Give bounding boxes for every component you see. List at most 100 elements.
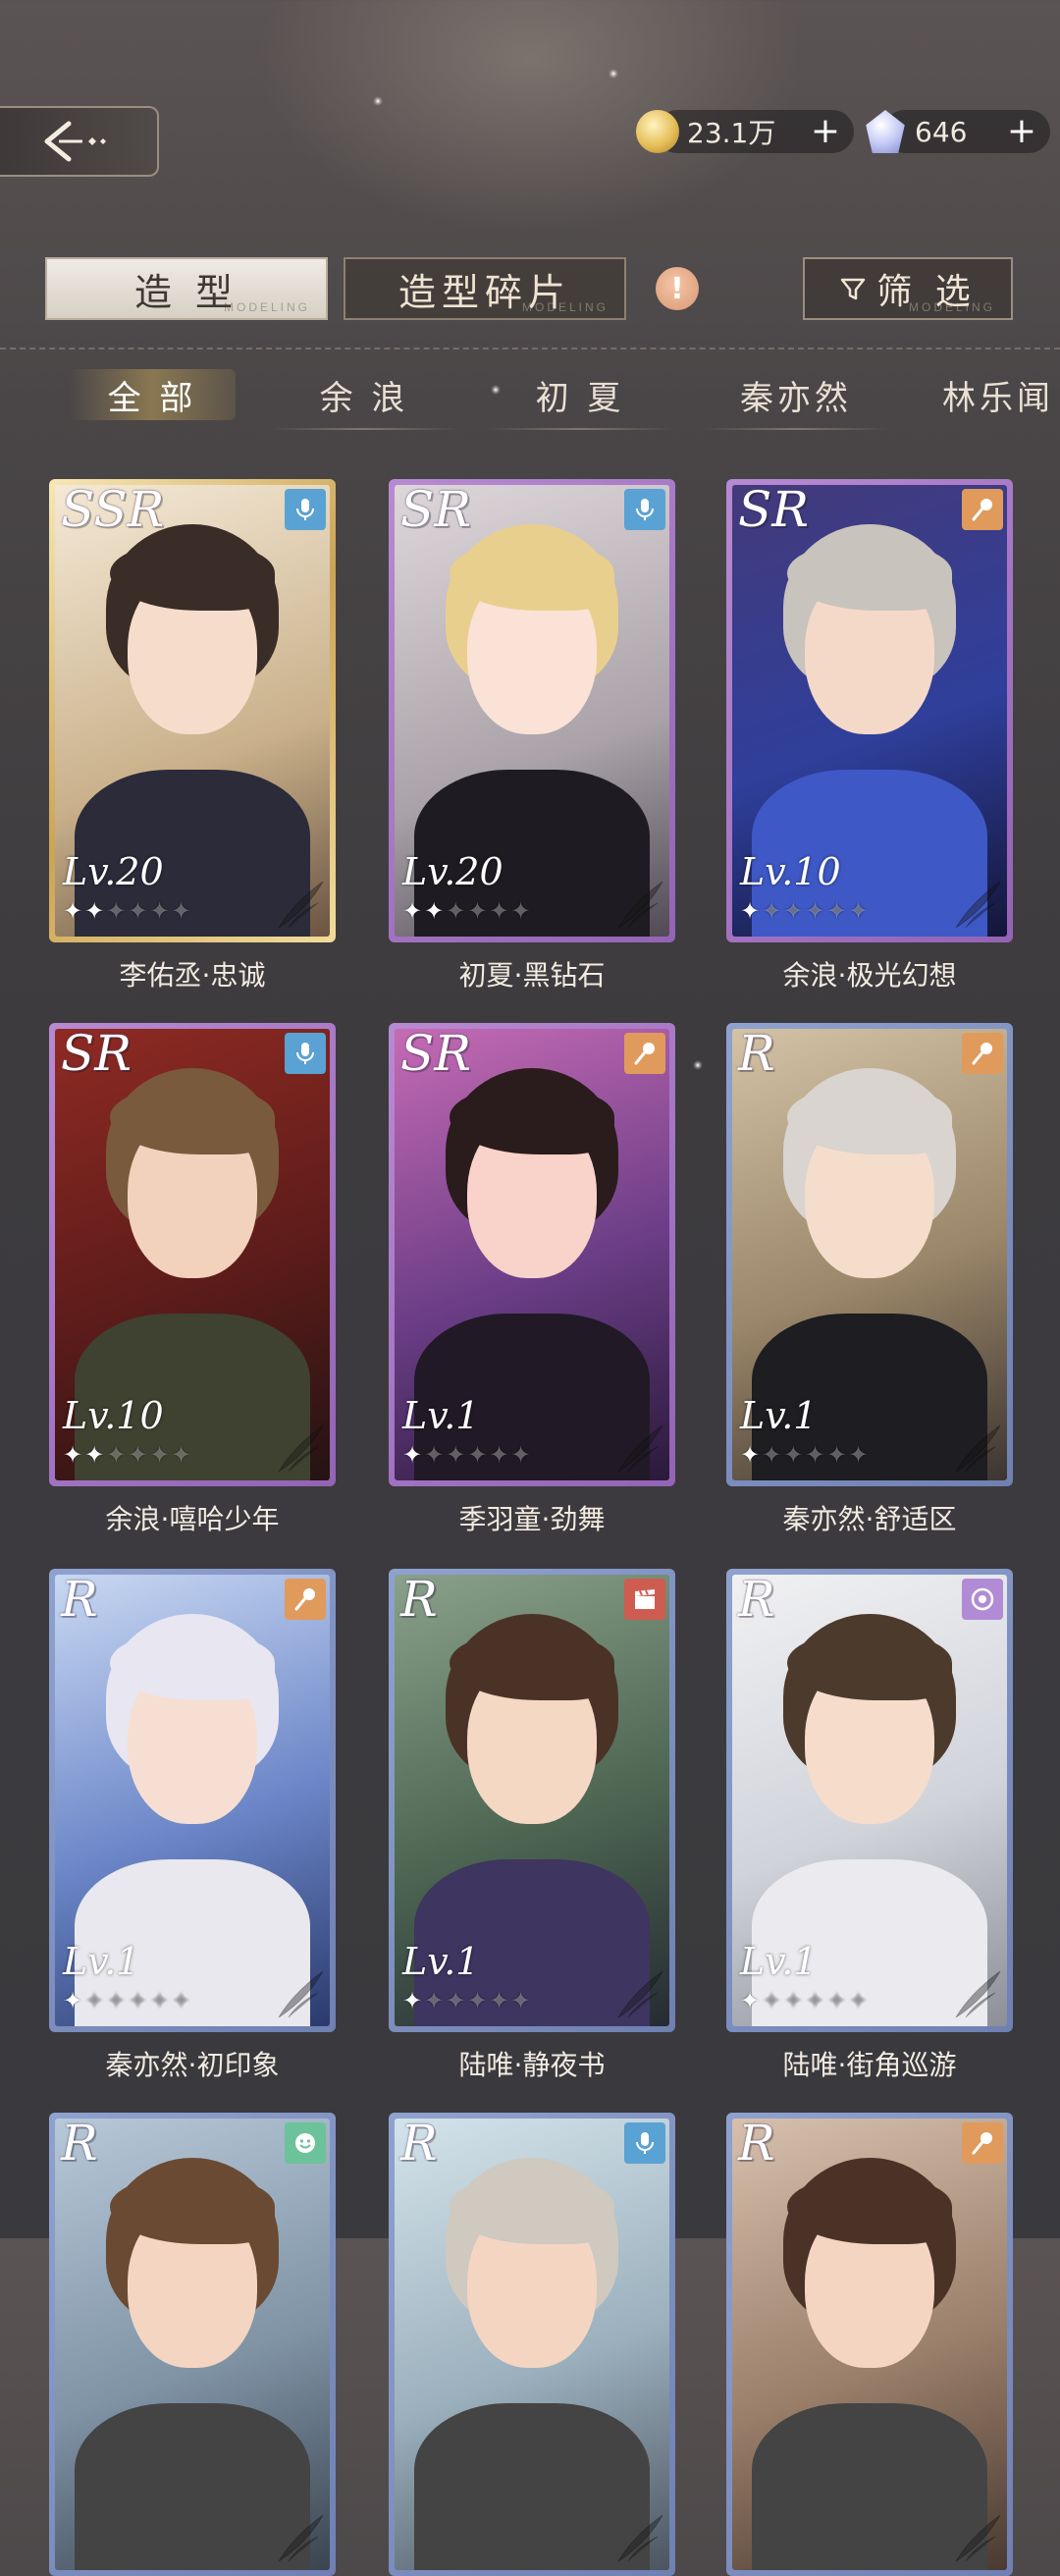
leaf-ornament-icon — [946, 874, 1005, 933]
card-level: Lv.10 — [740, 850, 841, 893]
star-icon: ✦ — [424, 897, 447, 925]
star-empty-icon: ✦ — [171, 897, 193, 925]
star-rating: ✦✦✦✦✦✦ — [402, 1987, 533, 2014]
gem-value: 646 — [915, 115, 968, 148]
star-empty-icon: ✦ — [171, 1441, 193, 1469]
rarity-badge: SR — [738, 481, 809, 538]
star-rating: ✦✦✦✦✦✦ — [740, 1987, 871, 2014]
star-empty-icon: ✦ — [424, 1441, 447, 1469]
leaf-ornament-icon — [946, 1963, 1005, 2022]
star-empty-icon: ✦ — [848, 897, 871, 925]
character-card[interactable]: R Lv.1 ✦✦✦✦✦✦ — [389, 1569, 675, 2032]
tab-all[interactable]: 全 部 — [69, 365, 236, 424]
star-rating: ✦✦✦✦✦✦ — [63, 1987, 193, 2014]
character-card[interactable]: R — [49, 2113, 336, 2576]
card-level: Lv.1 — [740, 1940, 818, 1983]
leaf-ornament-icon — [609, 1963, 667, 2022]
card-name: 初夏·黑钻石 — [458, 959, 606, 992]
handheld-mic-icon — [962, 2122, 1003, 2164]
star-empty-icon: ✦ — [128, 897, 150, 925]
smile-icon — [285, 2122, 326, 2164]
tab-chu-xia-label: 初 夏 — [535, 378, 625, 418]
leaf-ornament-icon — [946, 2507, 1005, 2566]
microphone-icon — [285, 489, 326, 530]
card-name: 陆唯·静夜书 — [458, 2049, 606, 2081]
sparkle — [373, 96, 383, 106]
filter-button[interactable]: 筛 选 MODELING — [803, 257, 1013, 320]
card-level: Lv.1 — [402, 1940, 480, 1983]
star-empty-icon: ✦ — [446, 1441, 468, 1469]
character-card[interactable]: R Lv.1 ✦✦✦✦✦✦ — [726, 1569, 1013, 2032]
star-empty-icon: ✦ — [171, 1987, 193, 2014]
tab-fragments-sub: MODELING — [521, 300, 609, 314]
sparkle — [609, 69, 618, 79]
alert-icon[interactable]: ! — [656, 267, 699, 310]
tab-lin-lewen-label: 林乐闻 — [942, 378, 1054, 418]
gold-value: 23.1万 — [687, 117, 776, 149]
card-portrait — [395, 2119, 669, 2570]
star-empty-icon: ✦ — [762, 1987, 784, 2014]
star-empty-icon: ✦ — [128, 1441, 150, 1469]
tab-qin-yiran-label: 秦亦然 — [740, 378, 852, 418]
leaf-ornament-icon — [609, 874, 667, 933]
card-portrait — [55, 2119, 330, 2570]
leaf-ornament-icon — [269, 1418, 328, 1476]
character-card[interactable]: SR Lv.20 ✦✦✦✦✦✦ — [389, 479, 675, 942]
star-empty-icon: ✦ — [848, 1441, 871, 1469]
microphone-icon — [624, 2122, 665, 2164]
divider — [0, 348, 1060, 349]
card-level: Lv.10 — [63, 1394, 164, 1437]
tab-yu-lang[interactable]: 余 浪 — [271, 365, 457, 430]
character-card[interactable]: SSR Lv.20 ✦✦✦✦✦✦ — [49, 479, 336, 942]
tab-modeling-sub: MODELING — [223, 300, 310, 314]
leaf-ornament-icon — [946, 1418, 1005, 1476]
star-empty-icon: ✦ — [510, 897, 533, 925]
character-card[interactable]: SR Lv.10 ✦✦✦✦✦✦ — [49, 1023, 336, 1486]
star-empty-icon: ✦ — [783, 897, 806, 925]
character-card[interactable]: R Lv.1 ✦✦✦✦✦✦ — [49, 1569, 336, 2032]
star-empty-icon: ✦ — [783, 1441, 806, 1469]
leaf-ornament-icon — [269, 2507, 328, 2566]
character-card[interactable]: SR Lv.1 ✦✦✦✦✦✦ — [389, 1023, 675, 1486]
character-card[interactable]: SR Lv.10 ✦✦✦✦✦✦ — [726, 479, 1013, 942]
card-name: 陆唯·街角巡游 — [782, 2049, 957, 2081]
character-card[interactable]: R — [726, 2113, 1013, 2576]
star-empty-icon: ✦ — [106, 1441, 129, 1469]
microphone-icon — [624, 489, 665, 530]
star-rating: ✦✦✦✦✦✦ — [402, 897, 533, 925]
clapperboard-icon — [624, 1579, 665, 1620]
star-empty-icon: ✦ — [762, 897, 784, 925]
star-rating: ✦✦✦✦✦✦ — [740, 1441, 871, 1469]
rarity-badge: SSR — [61, 481, 165, 538]
card-level: Lv.1 — [740, 1394, 818, 1437]
character-card[interactable]: R — [389, 2113, 675, 2576]
add-gold-button[interactable]: + — [811, 112, 840, 151]
tab-qin-yiran[interactable]: 秦亦然 — [703, 365, 889, 430]
character-card[interactable]: R Lv.1 ✦✦✦✦✦✦ — [726, 1023, 1013, 1486]
star-empty-icon: ✦ — [510, 1987, 533, 2014]
tab-modeling[interactable]: 造 型 MODELING — [45, 257, 328, 320]
rarity-badge: R — [738, 1025, 775, 1082]
star-empty-icon: ✦ — [106, 1987, 129, 2014]
star-empty-icon: ✦ — [149, 897, 172, 925]
leaf-ornament-icon — [609, 2507, 667, 2566]
star-empty-icon: ✦ — [826, 897, 849, 925]
back-button[interactable] — [0, 106, 159, 177]
record-icon — [962, 1579, 1003, 1620]
star-empty-icon: ✦ — [128, 1987, 150, 2014]
add-gem-button[interactable]: + — [1007, 112, 1036, 151]
star-empty-icon: ✦ — [467, 1441, 490, 1469]
star-empty-icon: ✦ — [106, 897, 129, 925]
star-empty-icon: ✦ — [762, 1441, 784, 1469]
star-empty-icon: ✦ — [826, 1441, 849, 1469]
tab-modeling-fragments[interactable]: 造型碎片 MODELING — [344, 257, 626, 320]
filter-icon — [841, 278, 866, 300]
rarity-badge: R — [61, 1571, 98, 1628]
tab-chu-xia[interactable]: 初 夏 — [487, 365, 673, 430]
star-icon: ✦ — [740, 1441, 763, 1469]
star-icon: ✦ — [402, 897, 425, 925]
tab-lin-lewen[interactable]: 林乐闻 — [942, 365, 1060, 424]
star-empty-icon: ✦ — [446, 897, 468, 925]
handheld-mic-icon — [285, 1579, 326, 1620]
rarity-badge: R — [738, 1571, 775, 1628]
